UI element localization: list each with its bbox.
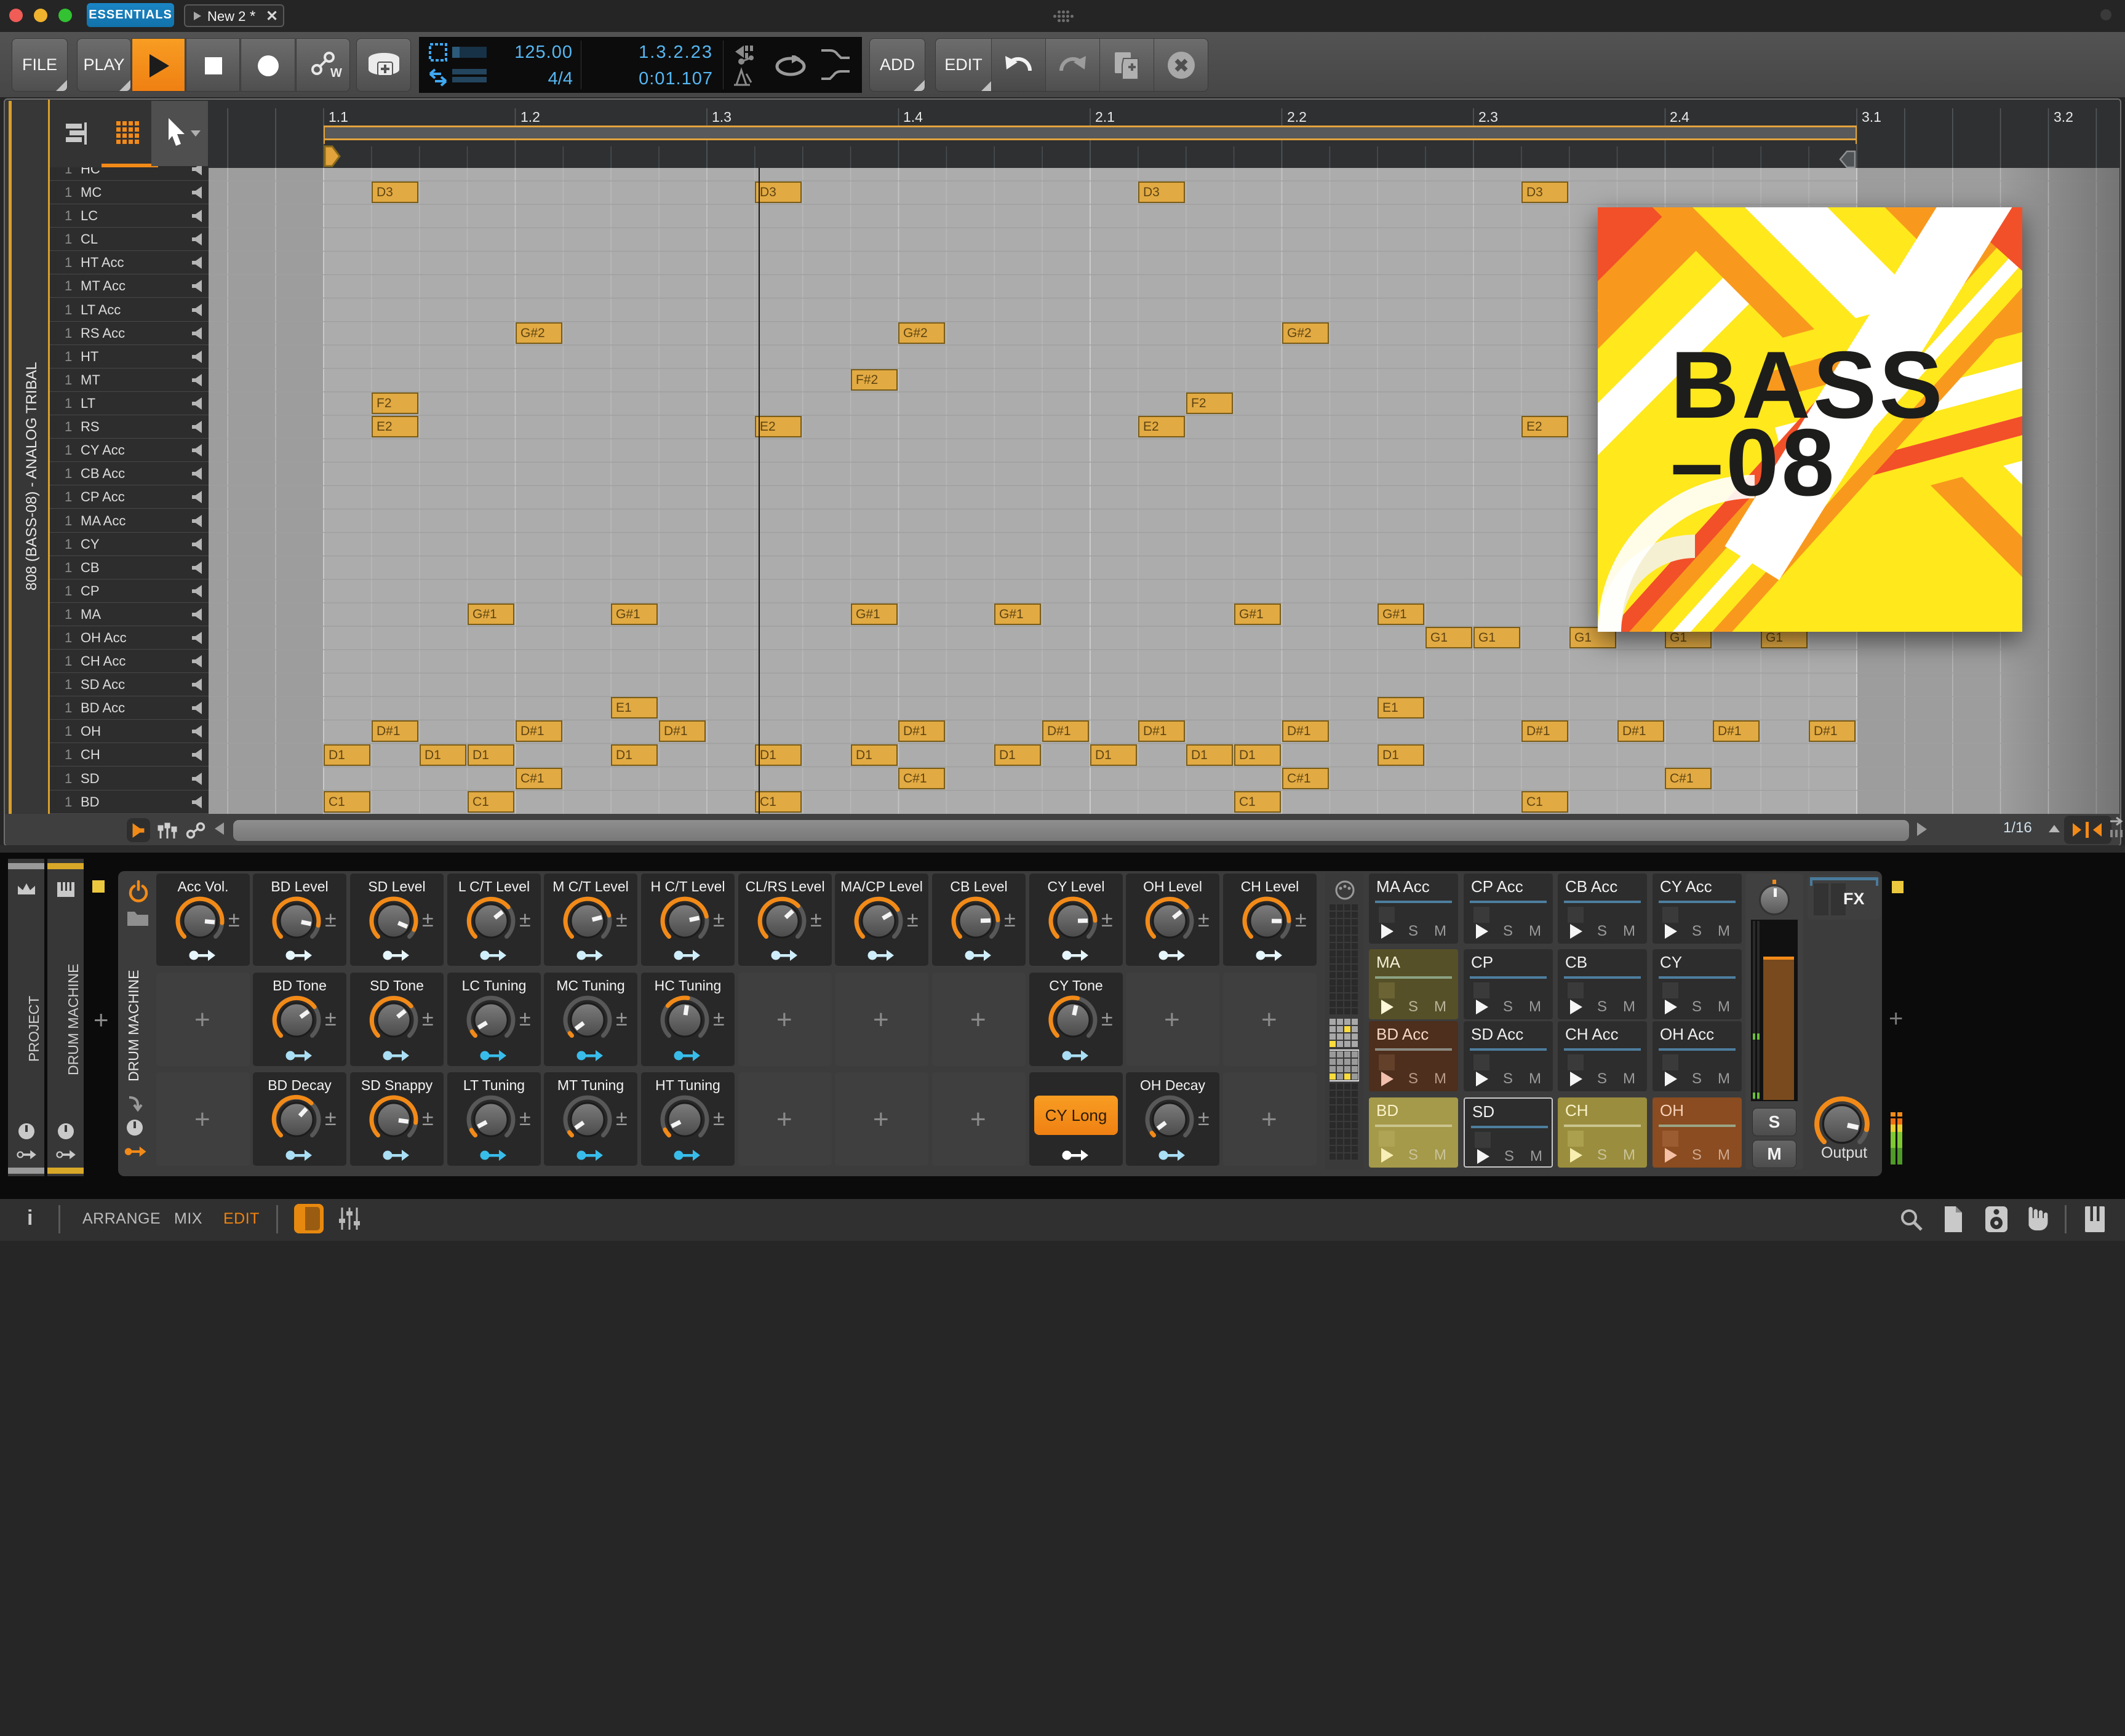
svg-text:W: W <box>330 66 342 80</box>
svg-text:–08: –08 <box>1670 409 1837 516</box>
